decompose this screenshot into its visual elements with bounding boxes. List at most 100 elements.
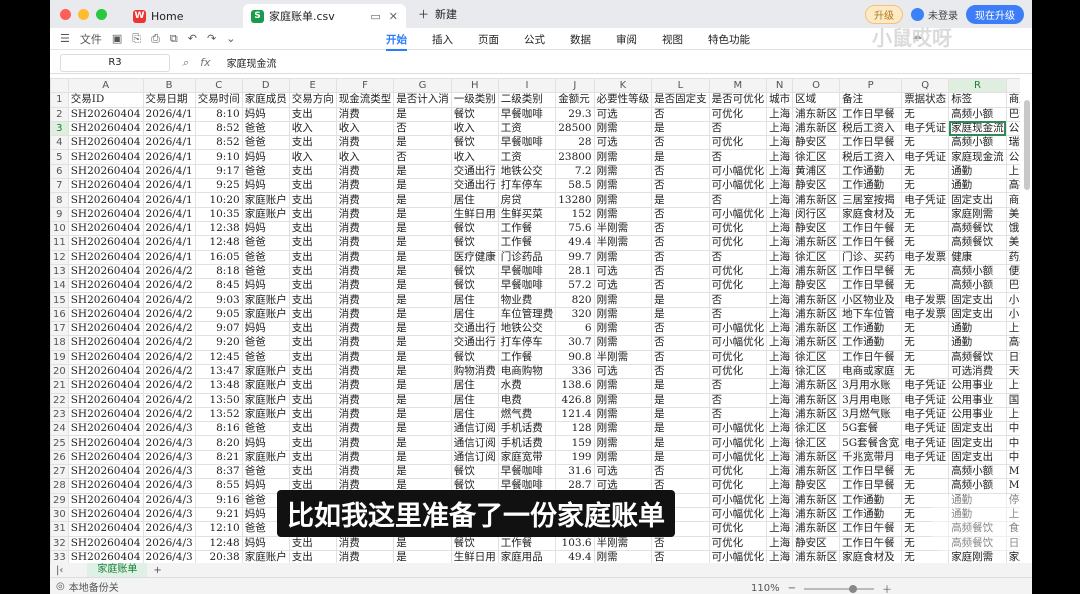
cell[interactable]: 8:16 <box>194 421 243 437</box>
column-header-F[interactable]: F <box>335 78 395 94</box>
cell[interactable]: 房贷 <box>497 192 557 208</box>
cell[interactable]: SH20260404 <box>67 492 144 508</box>
cell[interactable]: 支出 <box>288 363 337 380</box>
cell[interactable]: 国网上海电 <box>1005 392 1020 408</box>
cell[interactable]: 中国移动 <box>1005 421 1020 437</box>
first-sheet-icon[interactable]: |‹ <box>56 565 63 576</box>
cell[interactable]: 上海 <box>766 321 794 337</box>
cell[interactable]: 消费 <box>335 435 395 451</box>
cell[interactable]: 支出 <box>288 549 337 564</box>
cell[interactable]: 工作通勤 <box>839 321 903 337</box>
cell[interactable]: 手机话费 <box>497 421 557 437</box>
cell[interactable]: 否 <box>651 235 710 251</box>
cell[interactable]: SH20260404 <box>67 192 144 208</box>
cell[interactable]: 家庭宽带 <box>497 449 557 466</box>
cell[interactable]: SH20260404 <box>67 278 144 294</box>
row-header[interactable]: 17 <box>50 321 69 337</box>
column-header-S[interactable]: S <box>1005 78 1020 94</box>
cell[interactable]: 电商购物 <box>497 363 557 380</box>
cell[interactable]: 可小幅优化 <box>708 506 768 523</box>
cell[interactable]: 无 <box>901 135 950 151</box>
cell[interactable]: 电商或家庭 <box>839 363 903 380</box>
cell[interactable]: 可优化 <box>708 263 768 280</box>
cell[interactable]: SH20260404 <box>67 163 144 180</box>
cell[interactable]: 消费 <box>335 349 395 365</box>
cell[interactable]: 无 <box>901 278 950 294</box>
cell[interactable]: SH20260404 <box>67 321 144 337</box>
cell[interactable]: 刚需 <box>593 549 653 564</box>
cell[interactable]: 否 <box>651 206 710 222</box>
cell[interactable]: 居住 <box>450 306 499 323</box>
cell[interactable]: 浦东新区 <box>792 406 841 423</box>
cell[interactable]: SH20260404 <box>67 506 144 523</box>
cell[interactable]: Manner Co <box>1005 478 1020 494</box>
cell[interactable]: 爸爸 <box>241 349 290 365</box>
cell[interactable]: 8:37 <box>194 464 243 480</box>
cell[interactable]: SH20260404 <box>67 549 144 564</box>
cell[interactable]: 交通出行 <box>450 321 499 337</box>
cell[interactable]: 爸爸 <box>241 135 290 151</box>
column-header-I[interactable]: I <box>497 78 557 94</box>
cell[interactable]: 支出 <box>288 135 337 151</box>
cell[interactable]: 妈妈 <box>241 435 290 451</box>
cell[interactable]: 高频小额 <box>948 135 1007 151</box>
cell[interactable]: 否 <box>393 120 452 137</box>
cell[interactable]: 820 <box>555 292 595 308</box>
ribbon-tab-2[interactable]: 页面 <box>478 32 499 51</box>
cell[interactable]: 工作日早餐 <box>839 464 903 480</box>
tab-home[interactable]: W Home <box>125 4 239 28</box>
cell[interactable]: 浦东新区 <box>792 292 841 308</box>
cell[interactable]: 天猫超市 <box>1005 363 1020 380</box>
cell[interactable]: 上海地铁 <box>1005 163 1020 180</box>
cell[interactable]: 支出 <box>288 278 337 294</box>
cell[interactable]: 2026/4/2 <box>142 292 196 308</box>
zoom-level[interactable]: 110% <box>751 583 780 594</box>
row-header[interactable]: 5 <box>50 149 69 165</box>
cell[interactable]: 消费 <box>335 163 395 180</box>
cell[interactable]: SH20260404 <box>67 206 144 222</box>
cell[interactable]: 药房 <box>1005 249 1020 265</box>
cell[interactable]: 2026/4/1 <box>142 249 196 265</box>
cell[interactable]: 152 <box>555 206 595 222</box>
cell[interactable]: 可小幅优化 <box>708 435 768 451</box>
cell[interactable]: 否 <box>708 406 768 423</box>
cell[interactable]: 无 <box>901 178 950 194</box>
cell[interactable]: 车位管理费 <box>497 306 557 323</box>
cell[interactable]: 居住 <box>450 406 499 423</box>
cell[interactable]: 通信订阅 <box>450 449 499 466</box>
cell[interactable]: 是 <box>393 392 452 408</box>
cell[interactable]: 燃气费 <box>497 406 557 423</box>
cell[interactable]: 刚需 <box>593 249 653 265</box>
cell[interactable]: 家庭食材及 <box>839 206 903 222</box>
ribbon-tab-6[interactable]: 视图 <box>662 32 683 51</box>
cell[interactable]: 消费 <box>335 192 395 208</box>
cell[interactable]: 可优化 <box>708 464 768 480</box>
ribbon-tab-4[interactable]: 数据 <box>570 32 591 51</box>
cell[interactable]: 消费 <box>335 378 395 394</box>
cell[interactable]: 浦东新区 <box>792 235 841 251</box>
sheet-tab-active[interactable]: 家庭账单 <box>87 563 148 577</box>
cell[interactable]: 支出 <box>288 435 337 451</box>
cell[interactable]: 静安区 <box>792 478 841 494</box>
cell[interactable]: 刚需 <box>593 378 653 394</box>
cell[interactable]: 固定支出 <box>948 449 1007 466</box>
cell[interactable]: 公司工资 <box>1005 149 1020 165</box>
cell[interactable]: 是 <box>393 249 452 265</box>
cell[interactable]: 无 <box>901 163 950 180</box>
cell[interactable]: 静安区 <box>792 135 841 151</box>
cell[interactable]: 必要性等级 <box>593 92 653 108</box>
cell[interactable]: 电子凭证 <box>901 421 950 437</box>
cell[interactable]: 28 <box>555 135 595 151</box>
cell[interactable]: 可小幅优化 <box>708 549 768 564</box>
cell[interactable]: 电费 <box>497 392 557 408</box>
cell[interactable]: 是 <box>393 421 452 437</box>
cell[interactable]: SH20260404 <box>67 449 144 466</box>
cell[interactable]: 爸爸 <box>241 120 290 137</box>
cell[interactable]: 上海 <box>766 106 794 122</box>
cell[interactable]: Manner Co <box>1005 464 1020 480</box>
cell[interactable]: 支出 <box>288 235 337 251</box>
cell[interactable]: 上海 <box>766 363 794 380</box>
cell[interactable]: 是否计入消 <box>393 92 452 108</box>
cell[interactable]: 支出 <box>288 335 337 351</box>
cell[interactable]: 刚需 <box>593 178 653 194</box>
